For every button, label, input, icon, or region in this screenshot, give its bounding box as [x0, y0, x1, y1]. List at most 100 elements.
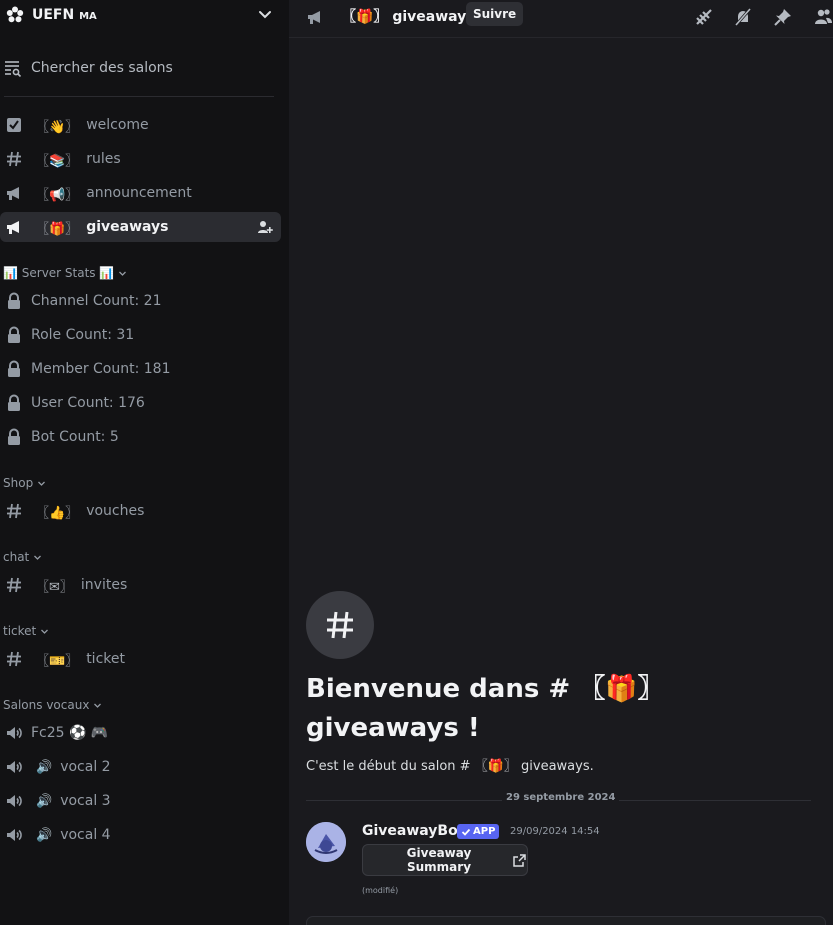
- date-divider-label: 29 septembre 2024: [502, 792, 620, 803]
- channel-vouches[interactable]: 〖👍〗 vouches: [0, 496, 281, 526]
- speaker-icon: [4, 825, 24, 845]
- welcome-title: Bienvenue dans # 〖🎁〗 giveaways !: [306, 674, 664, 743]
- voice-channel-fc25[interactable]: Fc25 ⚽ 🎮: [0, 718, 281, 748]
- pin-icon[interactable]: [773, 7, 793, 27]
- channel-name: vocal 4: [60, 827, 111, 843]
- channel-name: Fc25 ⚽ 🎮: [31, 725, 109, 741]
- lock-icon: [4, 291, 24, 311]
- channel-emoji: 🔊: [36, 827, 53, 843]
- channel-emoji: 〖📚〗: [36, 153, 79, 169]
- channel-ticket[interactable]: 〖🎫〗 ticket: [0, 644, 281, 674]
- channel-channel-count[interactable]: Channel Count: 21: [0, 286, 281, 316]
- category-voice[interactable]: Salons vocaux: [3, 696, 102, 714]
- channel-welcome[interactable]: 〖👋〗 welcome: [0, 110, 281, 140]
- channel-title: 〖🎁〗 giveaways: [342, 9, 475, 25]
- hash-icon: [4, 501, 24, 521]
- category-label: Salons vocaux: [3, 698, 90, 712]
- channel-name: rules: [86, 151, 121, 167]
- category-label: ticket: [3, 624, 37, 638]
- channel-emoji: 〖📢〗: [36, 187, 79, 203]
- channel-name: vocal 2: [60, 759, 111, 775]
- chevron-down-icon: [33, 553, 42, 562]
- channel-search[interactable]: Chercher des salons: [4, 56, 274, 80]
- chevron-down-icon[interactable]: [257, 6, 273, 22]
- message-composer[interactable]: [306, 916, 826, 925]
- voice-channel-vocal-3[interactable]: 🔊 vocal 3: [0, 786, 281, 816]
- channel-name: Channel Count: 21: [31, 293, 162, 309]
- channel-sidebar: UEFN MA Chercher des salons 〖👋〗 welcome …: [0, 0, 289, 925]
- channel-member-count[interactable]: Member Count: 181: [0, 354, 281, 384]
- channel-name: ticket: [86, 651, 125, 667]
- channel-name: vocal 3: [60, 793, 111, 809]
- avatar[interactable]: [306, 822, 346, 862]
- members-icon[interactable]: [813, 7, 833, 27]
- channel-rules[interactable]: 〖📚〗 rules: [0, 144, 281, 174]
- chevron-down-icon: [40, 627, 49, 636]
- category-label: Shop: [3, 476, 34, 490]
- app-badge: APP: [457, 824, 500, 839]
- channel-emoji: 〖👍〗: [36, 505, 79, 521]
- voice-channel-vocal-4[interactable]: 🔊 vocal 4: [0, 820, 281, 850]
- channel-name: Role Count: 31: [31, 327, 135, 343]
- category-label: 📊 Server Stats 📊: [3, 266, 115, 280]
- invite-member-icon[interactable]: [257, 219, 273, 235]
- server-name: UEFN MA: [32, 7, 97, 23]
- threads-icon[interactable]: [694, 7, 714, 27]
- channel-announcement[interactable]: 〖📢〗 announcement: [0, 178, 281, 208]
- channel-name: announcement: [86, 185, 192, 201]
- category-chat[interactable]: chat: [3, 548, 42, 566]
- megaphone-icon: [305, 7, 325, 27]
- channel-emoji: 〖✉〗: [36, 579, 73, 595]
- giveaway-summary-button[interactable]: Giveaway Summary: [362, 844, 528, 876]
- channel-name: vouches: [86, 503, 145, 519]
- channel-name: welcome: [86, 117, 149, 133]
- channel-name: Member Count: 181: [31, 361, 171, 377]
- channel-user-count[interactable]: User Count: 176: [0, 388, 281, 418]
- megaphone-icon: [4, 217, 24, 237]
- channel-giveaways[interactable]: 〖🎁〗 giveaways: [0, 212, 281, 242]
- server-logo-icon: [6, 6, 24, 24]
- voice-channel-vocal-2[interactable]: 🔊 vocal 2: [0, 752, 281, 782]
- megaphone-icon: [4, 183, 24, 203]
- channel-header: 〖🎁〗 giveaways Suivre: [289, 0, 833, 38]
- category-server-stats[interactable]: 📊 Server Stats 📊: [3, 264, 127, 282]
- lock-icon: [4, 325, 24, 345]
- lock-icon: [4, 393, 24, 413]
- channel-bot-count[interactable]: Bot Count: 5: [0, 422, 281, 452]
- hash-icon: [4, 649, 24, 669]
- server-header[interactable]: UEFN MA: [0, 0, 289, 30]
- channel-invites[interactable]: 〖✉〗 invites: [0, 570, 281, 600]
- follow-button[interactable]: Suivre: [466, 2, 524, 26]
- category-ticket[interactable]: ticket: [3, 622, 49, 640]
- divider: [4, 96, 274, 97]
- channel-name: giveaways: [86, 219, 169, 235]
- channel-name: Bot Count: 5: [31, 429, 119, 445]
- channel-emoji: 🔊: [36, 793, 53, 809]
- search-label: Chercher des salons: [31, 60, 173, 76]
- channel-emoji: 〖🎁〗: [36, 221, 79, 237]
- mute-bell-icon[interactable]: [733, 7, 753, 27]
- channel-list-search-icon: [4, 59, 22, 77]
- message-timestamp: 29/09/2024 14:54: [510, 826, 600, 837]
- external-link-icon: [512, 853, 527, 868]
- welcome-subtitle: C'est le début du salon # 〖🎁〗 giveaways.: [306, 759, 594, 774]
- speaker-icon: [4, 723, 24, 743]
- channel-name: User Count: 176: [31, 395, 145, 411]
- channel-role-count[interactable]: Role Count: 31: [0, 320, 281, 350]
- chevron-down-icon: [118, 269, 127, 278]
- category-shop[interactable]: Shop: [3, 474, 46, 492]
- channel-emoji: 〖👋〗: [36, 119, 79, 135]
- channel-emoji: 〖🎫〗: [36, 653, 79, 669]
- hash-icon: [4, 149, 24, 169]
- channel-emoji: 🔊: [36, 759, 53, 775]
- speaker-icon: [4, 791, 24, 811]
- message-area: Bienvenue dans # 〖🎁〗 giveaways ! C'est l…: [289, 38, 833, 925]
- lock-icon: [4, 427, 24, 447]
- hash-icon: [306, 591, 374, 659]
- hash-icon: [4, 575, 24, 595]
- check-icon: [461, 827, 471, 837]
- message-author[interactable]: GiveawayBot: [362, 823, 464, 839]
- lock-icon: [4, 359, 24, 379]
- chevron-down-icon: [93, 701, 102, 710]
- chevron-down-icon: [37, 479, 46, 488]
